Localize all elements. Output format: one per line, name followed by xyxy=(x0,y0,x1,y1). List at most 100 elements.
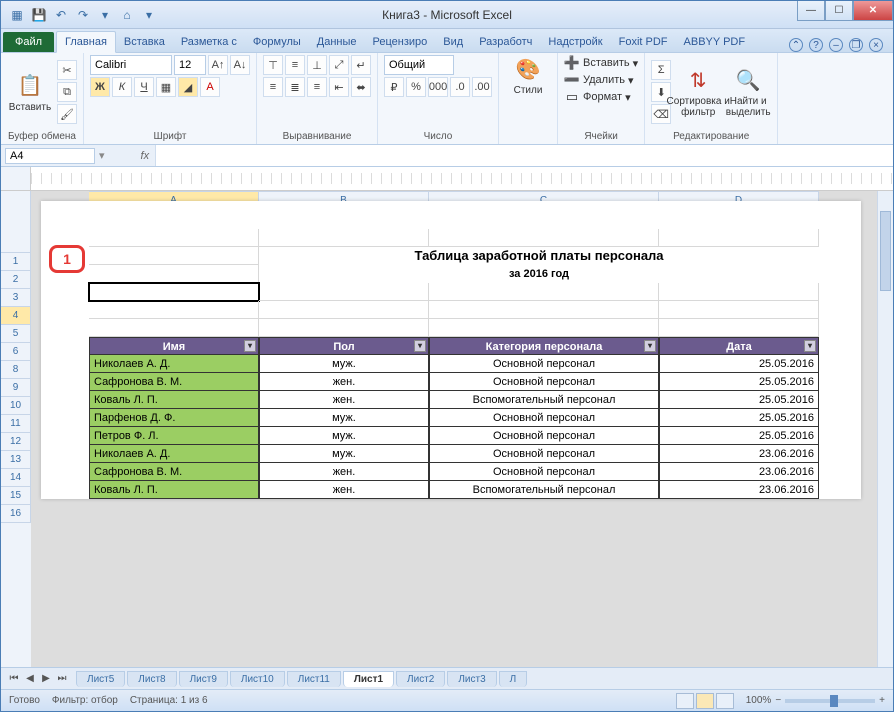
row-header[interactable]: 13 xyxy=(1,451,31,469)
redo-icon[interactable]: ↷ xyxy=(75,7,91,23)
fx-icon[interactable]: fx xyxy=(135,150,156,162)
cell-date[interactable]: 25.05.2016 xyxy=(659,391,819,409)
cell-category[interactable]: Основной персонал xyxy=(429,427,659,445)
sheet-tab[interactable]: Лист9 xyxy=(179,671,228,687)
cell-name[interactable]: Сафронова В. М. xyxy=(89,463,259,481)
filter-dropdown-icon[interactable]: ▾ xyxy=(414,340,426,352)
cell-name[interactable]: Николаев А. Д. xyxy=(89,355,259,373)
row-header[interactable]: 2 xyxy=(1,271,31,289)
sheet-tab[interactable]: Лист5 xyxy=(76,671,125,687)
delete-cells-button[interactable]: ➖Удалить ▾ xyxy=(564,72,638,88)
minimize-button[interactable]: — xyxy=(797,1,825,21)
find-select-button[interactable]: 🔍 Найти и выделить xyxy=(725,55,771,129)
cell-date[interactable]: 25.05.2016 xyxy=(659,355,819,373)
doc-close-icon[interactable]: × xyxy=(869,38,883,52)
cell-name[interactable]: Коваль Л. П. xyxy=(89,481,259,499)
table-row[interactable]: Петров Ф. Л.муж.Основной персонал25.05.2… xyxy=(89,427,861,445)
cell-gender[interactable]: жен. xyxy=(259,481,429,499)
qat-icon[interactable]: ⌂ xyxy=(119,7,135,23)
row-header[interactable]: 8 xyxy=(1,361,31,379)
tab-insert[interactable]: Вставка xyxy=(116,32,173,52)
row-header[interactable]: 10 xyxy=(1,397,31,415)
cell-category[interactable]: Вспомогательный персонал xyxy=(429,481,659,499)
cell-name[interactable]: Парфенов Д. Ф. xyxy=(89,409,259,427)
cell-gender[interactable]: жен. xyxy=(259,391,429,409)
help-icon[interactable]: ? xyxy=(809,38,823,52)
doc-minimize-icon[interactable]: – xyxy=(829,38,843,52)
tab-nav-prev-icon[interactable]: ◀ xyxy=(23,673,37,684)
sheet-tab[interactable]: Л xyxy=(499,671,528,687)
cut-icon[interactable]: ✂ xyxy=(57,60,77,80)
cell-date[interactable]: 23.06.2016 xyxy=(659,481,819,499)
filter-dropdown-icon[interactable]: ▾ xyxy=(804,340,816,352)
tab-abbyy[interactable]: ABBYY PDF xyxy=(676,32,754,52)
italic-button[interactable]: К xyxy=(112,77,132,97)
font-size-select[interactable]: 12 xyxy=(174,55,206,75)
cell-category[interactable]: Основной персонал xyxy=(429,445,659,463)
qat-customize-icon[interactable]: ▾ xyxy=(141,7,157,23)
cell-category[interactable]: Основной персонал xyxy=(429,355,659,373)
cell-date[interactable]: 23.06.2016 xyxy=(659,463,819,481)
tab-home[interactable]: Главная xyxy=(56,31,116,53)
cell-gender[interactable]: жен. xyxy=(259,373,429,391)
undo-icon[interactable]: ↶ xyxy=(53,7,69,23)
cell-category[interactable]: Основной персонал xyxy=(429,373,659,391)
underline-button[interactable]: Ч xyxy=(134,77,154,97)
align-top-icon[interactable]: ⊤ xyxy=(263,55,283,75)
sheet-tab[interactable]: Лист2 xyxy=(396,671,445,687)
format-painter-icon[interactable]: 🖌 xyxy=(57,104,77,124)
formula-input[interactable] xyxy=(155,145,893,166)
insert-cells-button[interactable]: ➕Вставить ▾ xyxy=(564,55,638,71)
font-name-select[interactable]: Calibri xyxy=(90,55,172,75)
sheet-tab[interactable]: Лист3 xyxy=(447,671,496,687)
selected-cell[interactable] xyxy=(89,283,259,301)
grow-font-icon[interactable]: A↑ xyxy=(208,55,228,75)
filter-dropdown-icon[interactable]: ▾ xyxy=(644,340,656,352)
shrink-font-icon[interactable]: A↓ xyxy=(230,55,250,75)
table-row[interactable]: Коваль Л. П.жен.Вспомогательный персонал… xyxy=(89,481,861,499)
tab-foxit[interactable]: Foxit PDF xyxy=(611,32,676,52)
align-middle-icon[interactable]: ≡ xyxy=(285,55,305,75)
table-row[interactable]: Коваль Л. П.жен.Вспомогательный персонал… xyxy=(89,391,861,409)
cell-name[interactable]: Сафронова В. М. xyxy=(89,373,259,391)
tab-nav-next-icon[interactable]: ▶ xyxy=(39,673,53,684)
row-header[interactable]: 9 xyxy=(1,379,31,397)
tab-layout[interactable]: Разметка с xyxy=(173,32,245,52)
cell-gender[interactable]: муж. xyxy=(259,427,429,445)
align-center-icon[interactable]: ≣ xyxy=(285,77,305,97)
inc-decimal-icon[interactable]: .0 xyxy=(450,77,470,97)
filter-dropdown-icon[interactable]: ▾ xyxy=(244,340,256,352)
indent-dec-icon[interactable]: ⇤ xyxy=(329,77,349,97)
table-row[interactable]: Николаев А. Д.муж.Основной персонал25.05… xyxy=(89,355,861,373)
merge-icon[interactable]: ⬌ xyxy=(351,77,371,97)
zoom-out-button[interactable]: − xyxy=(775,695,781,706)
cell-date[interactable]: 23.06.2016 xyxy=(659,445,819,463)
comma-icon[interactable]: 000 xyxy=(428,77,448,97)
cell-gender[interactable]: муж. xyxy=(259,445,429,463)
zoom-slider[interactable] xyxy=(785,699,875,703)
page-layout-view-button[interactable] xyxy=(696,693,714,709)
row-header[interactable]: 15 xyxy=(1,487,31,505)
row-header[interactable]: 5 xyxy=(1,325,31,343)
font-color-button[interactable]: A xyxy=(200,77,220,97)
currency-icon[interactable]: ₽ xyxy=(384,77,404,97)
row-header[interactable]: 11 xyxy=(1,415,31,433)
minimize-ribbon-icon[interactable]: ⌃ xyxy=(789,38,803,52)
styles-button[interactable]: 🎨 Стили xyxy=(505,55,551,96)
qat-icon[interactable]: ▾ xyxy=(97,7,113,23)
row-header[interactable]: 6 xyxy=(1,343,31,361)
orientation-icon[interactable]: ⤢ xyxy=(329,55,349,75)
tab-file[interactable]: Файл xyxy=(3,32,54,52)
format-cells-button[interactable]: ▭Формат ▾ xyxy=(564,89,638,105)
tab-developer[interactable]: Разработч xyxy=(471,32,540,52)
percent-icon[interactable]: % xyxy=(406,77,426,97)
doc-restore-icon[interactable]: ❐ xyxy=(849,38,863,52)
tab-review[interactable]: Рецензиро xyxy=(365,32,436,52)
border-button[interactable]: ▦ xyxy=(156,77,176,97)
row-header[interactable]: 3 xyxy=(1,289,31,307)
copy-icon[interactable]: ⧉ xyxy=(57,82,77,102)
tab-formulas[interactable]: Формулы xyxy=(245,32,309,52)
row-header[interactable]: 16 xyxy=(1,505,31,523)
cell-name[interactable]: Петров Ф. Л. xyxy=(89,427,259,445)
wrap-text-icon[interactable]: ↵ xyxy=(351,55,371,75)
